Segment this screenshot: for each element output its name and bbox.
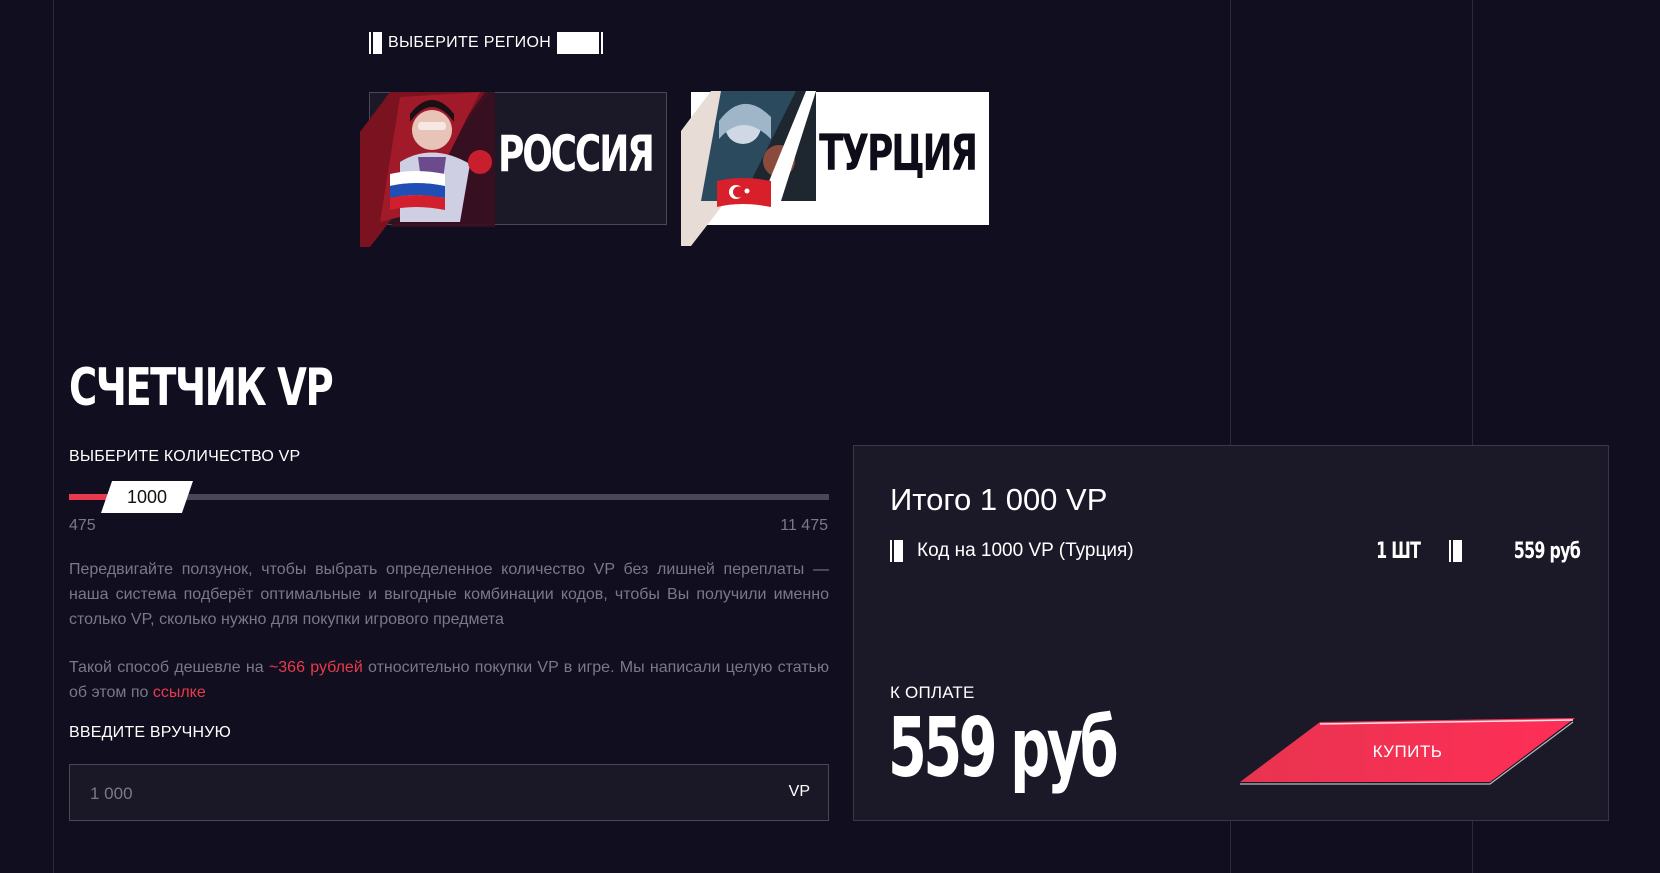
vp-slider[interactable]: 1000: [69, 481, 829, 513]
region-option-turkey[interactable]: ТУРЦИЯ: [681, 91, 989, 246]
region-name-russia: РОССИЯ: [498, 125, 655, 183]
line-item-separator: [1449, 540, 1462, 562]
slider-fill: [69, 494, 107, 500]
choose-amount-label: ВЫБЕРИТЕ КОЛИЧЕСТВО VP: [69, 448, 301, 465]
manual-unit: VP: [788, 783, 810, 800]
region-heading: ВЫБЕРИТЕ РЕГИОН: [369, 32, 604, 54]
manual-vp-field[interactable]: VP: [69, 764, 829, 822]
region-heading-text: ВЫБЕРИТЕ РЕГИОН: [388, 34, 552, 51]
heading-marker-right: [557, 32, 604, 54]
line-item-price: 559 руб: [1513, 538, 1581, 564]
savings-prefix: Такой способ дешевле на: [69, 659, 269, 676]
to-pay-label: К ОПЛАТЕ: [890, 683, 975, 702]
slider-description: Передвигайте ползунок, чтобы выбрать опр…: [69, 561, 829, 628]
manual-vp-input[interactable]: [88, 765, 732, 822]
region-name-turkey: ТУРЦИЯ: [819, 124, 978, 182]
counter-title: СЧЕТЧИК VP: [69, 358, 334, 418]
slider-max-label: 11 475: [780, 517, 828, 534]
grid-line-left: [53, 0, 54, 873]
summary-line-item: Код на 1000 VP (Турция) 1 ШТ 559 руб: [890, 538, 1581, 564]
manual-entry-label: ВВЕДИТЕ ВРУЧНУЮ: [69, 724, 231, 741]
savings-note: Такой способ дешевле на ~366 рублей отно…: [69, 655, 829, 705]
turkey-flag-icon: [717, 178, 771, 207]
buy-button[interactable]: КУПИТЬ: [1240, 718, 1575, 786]
line-item-marker: [890, 540, 903, 562]
slider-thumb[interactable]: 1000: [101, 481, 193, 513]
heading-marker-left: [369, 32, 382, 54]
summary-title: Итого 1 000 VP: [890, 482, 1108, 517]
total-price: 559 руб: [888, 701, 1119, 796]
line-item-label: Код на 1000 VP (Турция): [917, 540, 1134, 561]
russia-art: [360, 92, 495, 247]
line-item-qty: 1 ШТ: [1375, 538, 1421, 564]
buy-button-label: КУПИТЬ: [1372, 742, 1443, 761]
turkey-art: [681, 91, 816, 246]
order-summary: Итого 1 000 VP Код на 1000 VP (Турция) 1…: [853, 445, 1609, 821]
region-option-russia[interactable]: РОССИЯ: [360, 92, 667, 247]
article-link[interactable]: ссылке: [153, 684, 206, 701]
russia-flag-icon: [390, 171, 445, 210]
slider-min-label: 475: [69, 517, 96, 534]
savings-amount: ~366 рублей: [268, 659, 363, 676]
